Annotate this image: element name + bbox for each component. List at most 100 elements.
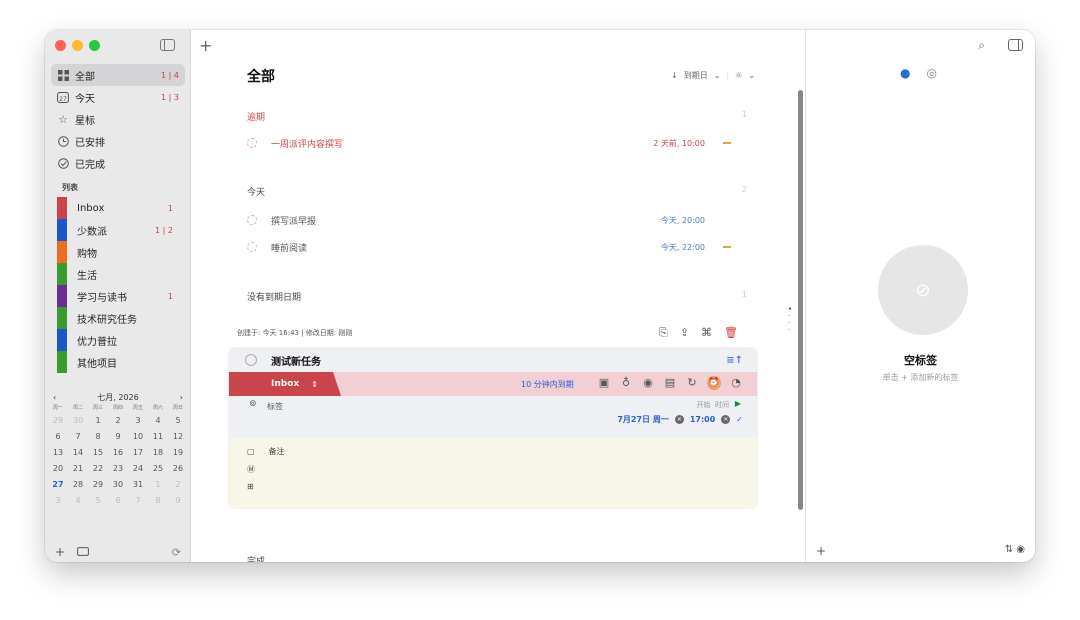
calendar-day[interactable]: 2 bbox=[108, 413, 128, 429]
minimize-window-button[interactable] bbox=[72, 40, 83, 51]
calendar-day[interactable]: 8 bbox=[148, 493, 168, 509]
calendar-day[interactable]: 12 bbox=[168, 429, 188, 445]
calendar-day[interactable]: 6 bbox=[48, 429, 68, 445]
calendar-day[interactable]: 26 bbox=[168, 461, 188, 477]
calendar-toggle-icon[interactable] bbox=[77, 545, 89, 559]
task-row[interactable]: 撰写派早报 今天, 20:00 bbox=[247, 211, 747, 229]
prev-month-button[interactable]: ‹ bbox=[53, 393, 56, 402]
task-checkbox[interactable] bbox=[247, 242, 257, 252]
sort-direction-icon[interactable]: ↓ bbox=[671, 71, 678, 80]
search-icon[interactable]: ⌕ bbox=[978, 38, 985, 53]
calendar-day[interactable]: 20 bbox=[48, 461, 68, 477]
calendar-day[interactable]: 3 bbox=[48, 493, 68, 509]
nav-item-completed[interactable]: 已完成 bbox=[51, 152, 185, 174]
nav-item-scheduled[interactable]: 已安排 bbox=[51, 130, 185, 152]
repeat-icon[interactable]: ↻ bbox=[685, 376, 699, 390]
list-item-inbox[interactable]: Inbox 1 bbox=[51, 197, 185, 219]
calendar-day[interactable]: 9 bbox=[108, 429, 128, 445]
sort-bar[interactable]: ↓ 到期日 ⌄ | ☼ ⌄ bbox=[671, 70, 755, 81]
calendar-day[interactable]: 4 bbox=[68, 493, 88, 509]
clear-date-icon[interactable]: ✕ bbox=[674, 415, 684, 424]
calendar-icon[interactable]: ▤ bbox=[663, 376, 677, 390]
calendar-day[interactable]: 30 bbox=[108, 477, 128, 493]
scrollbar[interactable] bbox=[798, 90, 803, 510]
copy-icon[interactable]: ⎘ bbox=[659, 326, 668, 340]
add-tag-button[interactable]: + bbox=[816, 544, 826, 558]
task-row[interactable]: 一周派评内容撰写 2 天前, 10:00 bbox=[247, 134, 747, 152]
markdown-icon[interactable]: Ⓜ bbox=[247, 464, 255, 475]
due-time[interactable]: 17:00 bbox=[690, 415, 715, 424]
list-item-tech[interactable]: 技术研究任务 bbox=[51, 307, 185, 329]
list-item-shopping[interactable]: 购物 bbox=[51, 241, 185, 263]
trash-icon[interactable]: 🗑 bbox=[724, 326, 738, 340]
calendar-day[interactable]: 5 bbox=[88, 493, 108, 509]
calendar-day[interactable]: 4 bbox=[148, 413, 168, 429]
nav-item-all[interactable]: 全部 1 | 4 bbox=[51, 64, 185, 86]
calendar-day[interactable]: 18 bbox=[148, 445, 168, 461]
view-options-icon[interactable]: ☼ bbox=[735, 71, 742, 80]
share-icon[interactable]: ⇪ bbox=[680, 326, 689, 340]
new-tab-button[interactable]: + bbox=[199, 36, 212, 55]
due-date-picker[interactable]: 7月27日 周一 ✕ 17:00 ✕ ✓ bbox=[617, 414, 743, 425]
task-checkbox[interactable] bbox=[247, 215, 257, 225]
close-window-button[interactable] bbox=[55, 40, 66, 51]
sort-eye-icons[interactable]: ⇅ ◉ bbox=[1005, 544, 1025, 558]
calendar-day[interactable]: 19 bbox=[168, 445, 188, 461]
calendar-day[interactable]: 15 bbox=[88, 445, 108, 461]
calendar-day[interactable]: 29 bbox=[48, 413, 68, 429]
alarm-icon[interactable]: ⏰ bbox=[707, 376, 721, 390]
location-tab-icon[interactable]: ◎ bbox=[926, 66, 936, 80]
command-icon[interactable]: ⌘ bbox=[701, 326, 712, 340]
add-list-button[interactable]: + bbox=[55, 545, 65, 559]
next-month-button[interactable]: › bbox=[180, 393, 183, 402]
confirm-icon[interactable]: ✓ bbox=[736, 415, 743, 424]
task-row[interactable]: 睡前阅读 今天, 22:00 bbox=[247, 238, 747, 256]
calendar-day[interactable]: 23 bbox=[108, 461, 128, 477]
calendar-day[interactable]: 21 bbox=[68, 461, 88, 477]
priority-icon[interactable]: ≡↑ bbox=[726, 355, 743, 366]
task-checkbox[interactable] bbox=[245, 354, 257, 366]
nav-item-today[interactable]: 27 今天 1 | 3 bbox=[51, 86, 185, 108]
calendar-day[interactable]: 9 bbox=[168, 493, 188, 509]
list-item-life[interactable]: 生活 bbox=[51, 263, 185, 285]
tags-label[interactable]: 标签 bbox=[267, 401, 283, 412]
calendar-day[interactable]: 3 bbox=[128, 413, 148, 429]
list-item-other[interactable]: 其他项目 bbox=[51, 351, 185, 373]
calendar-day[interactable]: 11 bbox=[148, 429, 168, 445]
play-icon[interactable]: ▶ bbox=[735, 399, 741, 408]
calendar-day[interactable]: 22 bbox=[88, 461, 108, 477]
calendar-day[interactable]: 24 bbox=[128, 461, 148, 477]
calendar-day[interactable]: 31 bbox=[128, 477, 148, 493]
nav-item-starred[interactable]: ☆ 星标 bbox=[51, 108, 185, 130]
sync-icon[interactable]: ⟳ bbox=[172, 546, 181, 559]
calendar-day[interactable]: 8 bbox=[88, 429, 108, 445]
list-selector[interactable]: Inbox ⇕ bbox=[229, 372, 341, 396]
calendar-day[interactable]: 7 bbox=[68, 429, 88, 445]
microphone-icon[interactable]: ♁ bbox=[619, 376, 633, 390]
calendar-day[interactable]: 16 bbox=[108, 445, 128, 461]
list-item-project[interactable]: 优力普拉 bbox=[51, 329, 185, 351]
task-title-input[interactable]: 测试新任务 bbox=[271, 353, 321, 368]
calendar-day[interactable]: 28 bbox=[68, 477, 88, 493]
attachment-icon[interactable]: ⊞ bbox=[247, 482, 254, 491]
image-icon[interactable]: ▣ bbox=[597, 376, 611, 390]
sidebar-toggle-icon[interactable] bbox=[160, 39, 175, 51]
calendar-day[interactable]: 29 bbox=[88, 477, 108, 493]
calendar-day[interactable]: 13 bbox=[48, 445, 68, 461]
task-checkbox[interactable] bbox=[247, 138, 257, 148]
calendar-day[interactable]: 2 bbox=[168, 477, 188, 493]
calendar-day[interactable]: 1 bbox=[148, 477, 168, 493]
due-date[interactable]: 7月27日 周一 bbox=[617, 414, 668, 425]
calendar-day[interactable]: 14 bbox=[68, 445, 88, 461]
calendar-day[interactable]: 5 bbox=[168, 413, 188, 429]
notes-area[interactable]: ▢ 备注 Ⓜ ⊞ bbox=[229, 438, 757, 508]
calendar-day[interactable]: 25 bbox=[148, 461, 168, 477]
list-item-study[interactable]: 学习与读书 1 bbox=[51, 285, 185, 307]
list-item-sspai[interactable]: 少数派 1 | 2 bbox=[51, 219, 185, 241]
calendar-day[interactable]: 30 bbox=[68, 413, 88, 429]
calendar-day[interactable]: 10 bbox=[128, 429, 148, 445]
calendar-day[interactable]: 17 bbox=[128, 445, 148, 461]
clear-time-icon[interactable]: ✕ bbox=[721, 415, 731, 424]
tag-tab-icon[interactable]: ● bbox=[900, 66, 910, 80]
pane-splitter[interactable]: • · · · bbox=[788, 306, 792, 334]
